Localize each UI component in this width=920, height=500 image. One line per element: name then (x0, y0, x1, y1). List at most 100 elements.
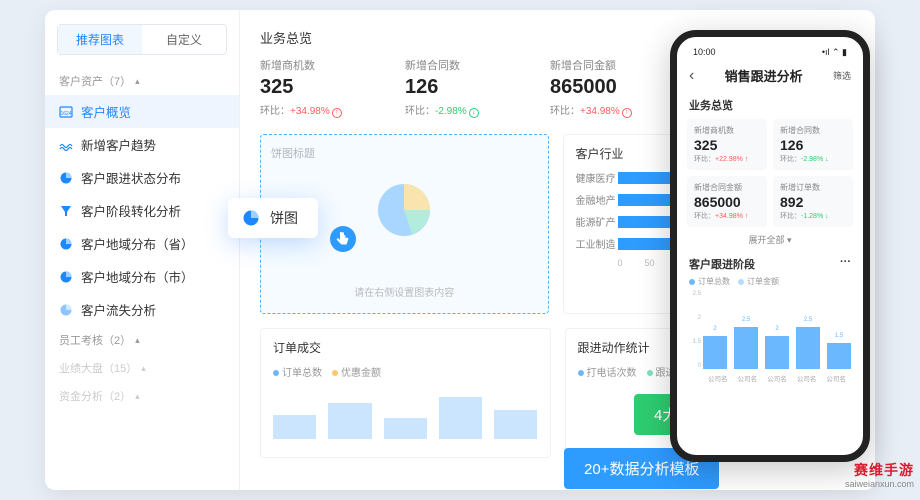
phone-mock: 10:00 •ıl ⌃ ▮ ‹ 销售跟进分析 筛选 业务总览 新增商机数325环比… (670, 30, 870, 462)
filter-button[interactable]: 筛选 (833, 69, 851, 82)
sidebar-item-new-trend[interactable]: 新增客户趋势 (45, 128, 239, 161)
pie-light-icon (59, 303, 73, 317)
pie-icon (242, 209, 260, 227)
hbar-label: 工业制造 (576, 236, 618, 251)
sidebar-item-churn[interactable]: 客户流失分析 (45, 293, 239, 326)
group-label: 业绩大盘（15） (59, 360, 137, 376)
sidebar: 推荐图表 自定义 客户资产（7） ▴ 1624 客户概览 新增客户趋势 客户跟进状态… (45, 10, 240, 490)
watermark: 赛维手游 saiweianxun.com (845, 462, 914, 490)
group-customer-assets[interactable]: 客户资产（7） ▴ (45, 67, 239, 95)
more-icon[interactable]: ··· (840, 256, 851, 272)
item-label: 客户地域分布（省） (81, 234, 194, 253)
phone-section-title: 业务总览 (689, 97, 851, 113)
item-label: 客户跟进状态分布 (81, 168, 181, 187)
phone-title: 销售跟进分析 (725, 66, 803, 85)
phone-bars: 2 2.5 2 2.5 1.5 (703, 305, 851, 369)
phone-kpi: 新增合同数126环比：-2.98% ↓ (773, 119, 853, 170)
svg-text:1624: 1624 (60, 111, 71, 117)
kpi-change: 环比：+34.98%↑ (550, 102, 655, 118)
sidebar-item-follow-status[interactable]: 客户跟进状态分布 (45, 161, 239, 194)
phone-kpi: 新增商机数325环比：+22.98% ↑ (687, 119, 767, 170)
kpi-value: 126 (780, 137, 846, 153)
arrow-up-icon: ↑ (332, 108, 342, 118)
kpi-label: 新增订单数 (780, 182, 846, 193)
group-funds[interactable]: 资金分析（2） ▴ (45, 382, 239, 410)
chart-type-popup[interactable]: 饼图 (228, 198, 318, 238)
kpi-label: 新增合同数 (405, 57, 510, 73)
phone-kpi-grid: 新增商机数325环比：+22.98% ↑ 新增合同数126环比：-2.98% ↓… (687, 119, 853, 227)
kpi-contracts: 新增合同数 126 环比：-2.98%↓ (405, 57, 510, 118)
sidebar-item-overview[interactable]: 1624 客户概览 (45, 95, 239, 128)
phone-header: ‹ 销售跟进分析 筛选 (687, 62, 853, 93)
popup-label: 饼图 (270, 208, 298, 228)
legend: 订单总数优惠金额 (273, 364, 538, 379)
kpi-value: 865000 (550, 76, 655, 99)
chevron-up-icon: ▴ (135, 335, 140, 346)
item-label: 客户概览 (81, 102, 131, 121)
kpi-change: 环比：+22.98% ↑ (694, 154, 760, 164)
hand-cursor-icon (326, 222, 360, 256)
sidebar-tabs: 推荐图表 自定义 (57, 24, 227, 55)
placeholder-hint: 请在右侧设置图表内容 (261, 284, 548, 299)
watermark-url: saiweianxun.com (845, 479, 914, 490)
phone-kpi: 新增合同金额865000环比：+34.98% ↑ (687, 176, 767, 227)
deal-card: 订单成交 订单总数优惠金额 (260, 328, 551, 458)
group-label: 资金分析（2） (59, 388, 131, 404)
wave-icon (59, 138, 73, 152)
sidebar-item-region-city[interactable]: 客户地域分布（市） (45, 260, 239, 293)
tab-custom[interactable]: 自定义 (142, 25, 226, 54)
signal-icon: •ıl ⌃ ▮ (822, 47, 847, 58)
expand-button[interactable]: 展开全部 ▾ (687, 227, 853, 252)
pie-icon (59, 171, 73, 185)
phone-status-bar: 10:00 •ıl ⌃ ▮ (687, 47, 853, 62)
kpi-change: 环比：-1.28% ↓ (780, 211, 846, 221)
item-label: 新增客户趋势 (81, 135, 156, 154)
kpi-value: 865000 (694, 194, 760, 210)
back-button[interactable]: ‹ (689, 67, 694, 85)
arrow-down-icon: ↓ (469, 108, 479, 118)
card-title: 订单成交 (273, 339, 538, 356)
pie-placeholder-icon (372, 178, 436, 242)
kpi-value: 892 (780, 194, 846, 210)
tab-recommended[interactable]: 推荐图表 (58, 25, 142, 54)
kpi-change: 环比：+34.98% ↑ (694, 211, 760, 221)
pie-icon (59, 237, 73, 251)
kpi-contract-amount: 新增合同金额 865000 环比：+34.98%↑ (550, 57, 655, 118)
arrow-up-icon: ↑ (622, 108, 632, 118)
hbar-bar (618, 238, 674, 250)
chevron-up-icon: ▴ (135, 391, 140, 402)
kpi-value: 126 (405, 76, 510, 99)
group-employee[interactable]: 员工考核（2）▴ (45, 326, 239, 354)
kpi-change: 环比：-2.98% ↓ (780, 154, 846, 164)
item-label: 客户地域分布（市） (81, 267, 194, 286)
calendar-icon: 1624 (59, 105, 73, 119)
group-label: 客户资产（7） (59, 73, 131, 89)
kpi-change: 环比：+34.98%↑ (260, 102, 365, 118)
group-performance[interactable]: 业绩大盘（15） ▴ (45, 354, 239, 382)
x-axis: 公司名公司名公司名公司名公司名 (703, 373, 851, 383)
kpi-value: 325 (260, 76, 365, 99)
mini-chart (273, 379, 538, 439)
sidebar-item-region-province[interactable]: 客户地域分布（省） (45, 227, 239, 260)
kpi-label: 新增合同金额 (550, 57, 655, 73)
item-label: 客户阶段转化分析 (81, 201, 181, 220)
phone-kpi: 新增订单数892环比：-1.28% ↓ (773, 176, 853, 227)
kpi-opportunities: 新增商机数 325 环比：+34.98%↑ (260, 57, 365, 118)
kpi-label: 新增商机数 (694, 125, 760, 136)
phone-chart: 2.521.50 2 2.5 2 2.5 1.5 公司名公司名公司名公司名公司名 (689, 291, 851, 383)
kpi-change: 环比：-2.98%↓ (405, 102, 510, 118)
y-axis-left: 2.521.50 (689, 291, 701, 369)
sidebar-item-stage[interactable]: 客户阶段转化分析 (45, 194, 239, 227)
pie-icon (59, 270, 73, 284)
chevron-up-icon: ▴ (141, 363, 146, 374)
phone-legend: 订单总数订单金额 (689, 276, 851, 287)
funnel-icon (59, 204, 73, 218)
kpi-label: 新增商机数 (260, 57, 365, 73)
watermark-brand: 赛维手游 (845, 462, 914, 479)
phone-section-title: 客户跟进阶段··· (689, 256, 851, 272)
placeholder-title: 饼图标题 (271, 145, 538, 161)
phone-time: 10:00 (693, 47, 716, 58)
hbar-label: 健康医疗 (576, 170, 618, 185)
hbar-label: 金融地产 (576, 192, 618, 207)
chevron-up-icon: ▴ (135, 76, 140, 87)
